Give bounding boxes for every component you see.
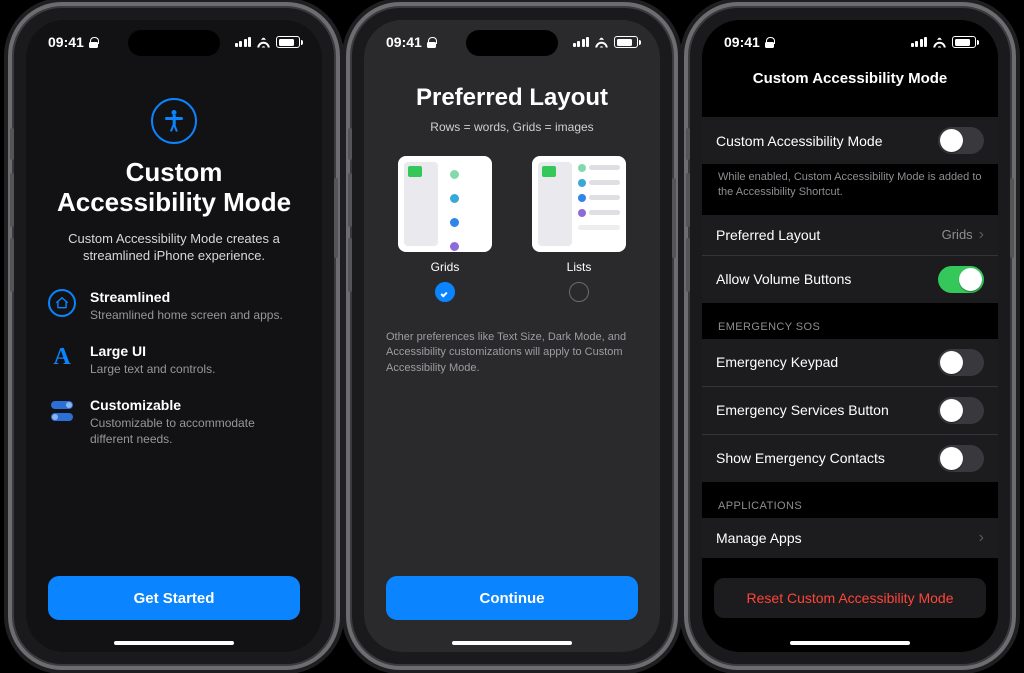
status-time: 09:41 (48, 34, 84, 50)
phone-frame-2: 09:41 Preferred Layout Rows = words, Gri… (352, 8, 672, 664)
row-label: Emergency Services Button (716, 402, 938, 418)
row-emergency-services-button[interactable]: Emergency Services Button (702, 386, 998, 434)
sliders-icon (48, 397, 76, 425)
continue-label: Continue (480, 590, 545, 607)
toggle-switch[interactable] (938, 127, 984, 154)
row-manage-apps[interactable]: Manage Apps › (702, 518, 998, 558)
feature-large-ui: A Large UI Large text and controls. (48, 343, 300, 377)
toggle-switch[interactable] (938, 266, 984, 293)
accessibility-icon (151, 98, 197, 144)
grids-thumbnail (398, 156, 492, 252)
settings-group-applications: Manage Apps › (702, 518, 998, 558)
continue-button[interactable]: Continue (386, 576, 638, 620)
row-value: Grids (942, 227, 973, 242)
preferred-layout-title: Preferred Layout (386, 84, 638, 112)
feature-customizable: Customizable Customizable to accommodate… (48, 397, 300, 447)
signal-icon (911, 37, 928, 47)
settings-group-reset: Reset Custom Accessibility Mode (714, 578, 986, 618)
lock-icon (765, 37, 774, 48)
radio-unselected-icon[interactable] (569, 282, 589, 302)
option-label: Lists (567, 260, 592, 274)
settings-group-main: Custom Accessibility Mode (702, 117, 998, 164)
row-label: Custom Accessibility Mode (716, 133, 938, 149)
onboarding-title: Custom Accessibility Mode (48, 158, 300, 218)
layout-option-grids[interactable]: Grids (398, 156, 492, 302)
phone-frame-1: 09:41 Custom Accessibility Mode Custom A… (14, 8, 334, 664)
group-footer-note: While enabled, Custom Accessibility Mode… (702, 164, 998, 215)
row-label: Manage Apps (716, 530, 979, 546)
lock-icon (89, 37, 98, 48)
feature-streamlined: Streamlined Streamlined home screen and … (48, 289, 300, 323)
wifi-icon (256, 37, 271, 48)
feature-title: Large UI (90, 343, 215, 359)
option-label: Grids (431, 260, 460, 274)
large-a-icon: A (48, 343, 76, 371)
lists-thumbnail (532, 156, 626, 252)
row-label: Preferred Layout (716, 227, 942, 243)
row-show-emergency-contacts[interactable]: Show Emergency Contacts (702, 434, 998, 482)
signal-icon (573, 37, 590, 47)
toggle-switch[interactable] (938, 397, 984, 424)
home-icon (48, 289, 76, 317)
feature-title: Customizable (90, 397, 300, 413)
row-custom-accessibility-mode[interactable]: Custom Accessibility Mode (702, 117, 998, 164)
preferences-note: Other preferences like Text Size, Dark M… (386, 330, 638, 376)
status-bar: 09:41 (364, 20, 660, 64)
get-started-label: Get Started (134, 590, 215, 607)
row-label: Show Emergency Contacts (716, 450, 938, 466)
battery-icon (614, 36, 638, 48)
lock-icon (427, 37, 436, 48)
chevron-right-icon: › (979, 227, 984, 243)
reset-label: Reset Custom Accessibility Mode (747, 590, 954, 606)
row-label: Allow Volume Buttons (716, 271, 938, 287)
battery-icon (952, 36, 976, 48)
status-bar: 09:41 (702, 20, 998, 64)
row-emergency-keypad[interactable]: Emergency Keypad (702, 339, 998, 386)
home-indicator[interactable] (790, 641, 910, 646)
section-header-emergency: EMERGENCY SOS (702, 303, 998, 339)
toggle-switch[interactable] (938, 445, 984, 472)
preferred-layout-subtitle: Rows = words, Grids = images (386, 120, 638, 134)
feature-desc: Large text and controls. (90, 361, 215, 377)
row-preferred-layout[interactable]: Preferred Layout Grids › (702, 215, 998, 255)
feature-title: Streamlined (90, 289, 283, 305)
row-allow-volume-buttons[interactable]: Allow Volume Buttons (702, 255, 998, 303)
battery-icon (276, 36, 300, 48)
feature-desc: Streamlined home screen and apps. (90, 307, 283, 323)
wifi-icon (594, 37, 609, 48)
home-indicator[interactable] (114, 641, 234, 646)
onboarding-subtitle: Custom Accessibility Mode creates a stre… (56, 230, 292, 265)
get-started-button[interactable]: Get Started (48, 576, 300, 620)
chevron-right-icon: › (979, 530, 984, 546)
settings-group-emergency: Emergency Keypad Emergency Services Butt… (702, 339, 998, 482)
feature-desc: Customizable to accommodate different ne… (90, 415, 300, 447)
status-time: 09:41 (386, 34, 422, 50)
row-label: Emergency Keypad (716, 354, 938, 370)
signal-icon (235, 37, 252, 47)
nav-title: Custom Accessibility Mode (702, 64, 998, 97)
toggle-switch[interactable] (938, 349, 984, 376)
reset-button[interactable]: Reset Custom Accessibility Mode (714, 578, 986, 618)
status-bar: 09:41 (26, 20, 322, 64)
status-time: 09:41 (724, 34, 760, 50)
settings-group-prefs: Preferred Layout Grids › Allow Volume Bu… (702, 215, 998, 303)
phone-frame-3: 09:41 Custom Accessibility Mode Custom A… (690, 8, 1010, 664)
section-header-applications: APPLICATIONS (702, 482, 998, 518)
radio-selected-icon[interactable] (435, 282, 455, 302)
home-indicator[interactable] (452, 641, 572, 646)
layout-option-lists[interactable]: Lists (532, 156, 626, 302)
wifi-icon (932, 37, 947, 48)
